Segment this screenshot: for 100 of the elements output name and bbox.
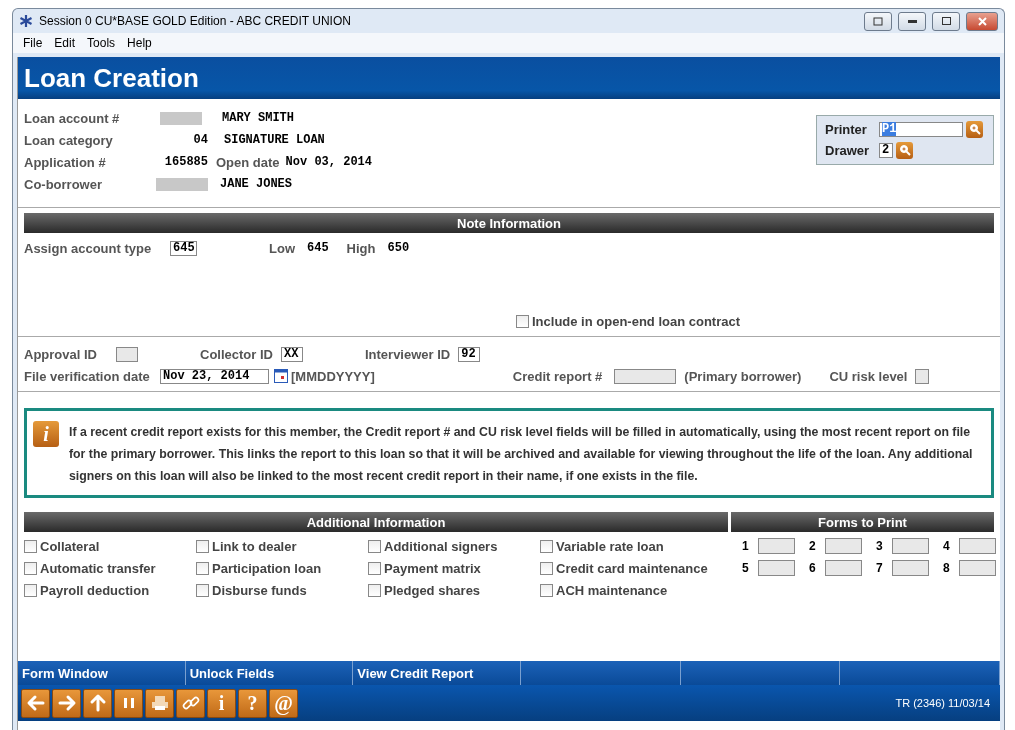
checkbox[interactable]	[368, 561, 381, 575]
field-label: Co-borrower	[24, 176, 103, 192]
field-label: CU risk level	[829, 368, 908, 384]
checkbox-label: Additional signers	[384, 538, 498, 554]
toolbar-button[interactable]	[176, 688, 205, 718]
field-label: Credit report #	[512, 368, 603, 384]
checkbox-label: Payment matrix	[384, 560, 481, 576]
form-field[interactable]	[825, 538, 862, 554]
maximize-icon	[941, 17, 951, 25]
minimize-icon	[907, 19, 917, 23]
field-label: Loan category	[24, 132, 114, 148]
minimize-button[interactable]	[898, 11, 926, 31]
checkbox[interactable]	[368, 539, 381, 553]
checkbox-label: Automatic transfer	[40, 560, 156, 576]
form-number: 8	[943, 561, 951, 575]
form-field[interactable]	[825, 560, 862, 576]
field-value: MARY SMITH	[222, 111, 294, 125]
restore-window-button[interactable]	[864, 11, 892, 31]
menu-item[interactable]: File	[17, 36, 49, 50]
field-label: (Primary borrower)	[684, 368, 802, 384]
date-field[interactable]: Nov 23, 2014	[160, 368, 269, 384]
field-label: Printer	[825, 121, 868, 137]
form-field[interactable]	[758, 538, 795, 554]
checkbox[interactable]	[196, 583, 209, 597]
field-label: Collector ID	[200, 346, 273, 362]
close-icon	[977, 16, 987, 26]
checkbox-label: ACH maintenance	[556, 582, 668, 598]
section-header: Note Information	[24, 213, 994, 233]
field-label: Open date	[216, 154, 280, 170]
toolbar-button[interactable]	[21, 688, 50, 718]
form-number: 4	[943, 539, 951, 553]
field-label: Approval ID	[24, 346, 98, 362]
toolbar-button[interactable]	[114, 688, 143, 718]
checkbox[interactable]	[368, 583, 381, 597]
form-field[interactable]	[959, 560, 996, 576]
arrow-left-icon	[25, 693, 46, 713]
checkbox-label: Pledged shares	[384, 582, 481, 598]
toolbar-button[interactable]	[83, 688, 112, 718]
checkbox[interactable]	[24, 561, 37, 575]
field-label: Application #	[24, 154, 107, 170]
risk-level-field[interactable]	[915, 368, 930, 384]
lookup-button[interactable]	[966, 120, 983, 138]
field-value: 04	[192, 133, 208, 147]
field-value: 165885	[163, 155, 208, 169]
checkbox[interactable]	[540, 583, 553, 597]
form-field[interactable]	[892, 560, 929, 576]
form-field[interactable]	[758, 560, 795, 576]
form-number: 3	[876, 539, 884, 553]
toolbar-button[interactable]	[145, 688, 174, 718]
checkbox[interactable]	[540, 561, 553, 575]
field-label: High	[346, 240, 376, 256]
field-label: Drawer	[825, 142, 871, 158]
credit-report-field[interactable]	[614, 368, 677, 384]
checkbox[interactable]	[540, 539, 553, 553]
field-value: JANE JONES	[220, 177, 292, 191]
form-number: 5	[742, 561, 750, 575]
checkbox-label: Link to dealer	[212, 538, 297, 554]
menu-item[interactable]: Edit	[48, 36, 82, 50]
field-label: Interviewer ID	[364, 346, 451, 362]
window-title: Session 0 CU*BASE GOLD Edition - ABC CREDIT UNION	[39, 14, 352, 28]
printer-icon	[150, 695, 169, 711]
magnifier-icon	[968, 123, 981, 135]
menu-item[interactable]: Tools	[81, 36, 122, 50]
interviewer-id-field[interactable]: 92	[458, 346, 481, 362]
toolbar-button[interactable]	[52, 688, 81, 718]
checkbox[interactable]	[196, 561, 209, 575]
calendar-icon[interactable]	[274, 369, 288, 383]
checkbox-label: Credit card maintenance	[556, 560, 708, 576]
checkbox-label: Payroll deduction	[40, 582, 150, 598]
field-label: Assign account type	[24, 240, 153, 256]
field-value: 645	[307, 241, 329, 255]
close-button[interactable]	[966, 11, 998, 31]
redacted-block	[156, 177, 208, 191]
checkbox[interactable]	[196, 539, 209, 553]
form-number: 2	[809, 539, 817, 553]
maximize-button[interactable]	[932, 11, 960, 31]
window-icon	[873, 16, 883, 26]
field-label: File verification date	[24, 368, 151, 384]
form-field[interactable]	[959, 538, 996, 554]
asterisk-logo-icon	[19, 14, 33, 28]
collector-id-field[interactable]: XX	[280, 346, 303, 362]
lookup-button[interactable]	[896, 141, 913, 159]
field-value: SIGNATURE LOAN	[224, 133, 325, 147]
account-type-field[interactable]: 645	[170, 240, 197, 256]
section-header: Forms to Print	[731, 512, 994, 532]
form-number: 1	[742, 539, 750, 553]
approval-id-field[interactable]	[116, 346, 138, 362]
form-field[interactable]	[892, 538, 929, 554]
printer-field[interactable]: P1	[879, 121, 963, 137]
pause-icon	[122, 697, 135, 709]
arrow-right-icon	[56, 693, 77, 713]
checkbox[interactable]	[24, 539, 37, 553]
magnifier-icon	[898, 144, 911, 156]
checkbox-label: Collateral	[40, 538, 100, 554]
drawer-field[interactable]: 2	[879, 142, 893, 158]
menu-item[interactable]: Help	[121, 36, 158, 50]
checkbox[interactable]	[516, 314, 529, 328]
notice-text: If a recent credit report exists for this member, the Credit report # and CU risk level fields will be filled in automatically, using the most recent report on file for the primary borrower. This links the report to this loan so that it will be archived and available for viewing throughout the life of the loan. Any additional signers on this loan will also be linked to the most recent credit report in their name, if one exists in the file.	[69, 424, 974, 485]
section-header: Additional Information	[24, 512, 728, 532]
checkbox[interactable]	[24, 583, 37, 597]
